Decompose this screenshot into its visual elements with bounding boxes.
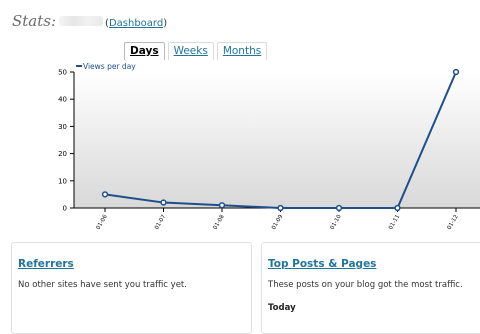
x-tick-label: 01-09 bbox=[271, 214, 284, 231]
x-tick-label: 01-07 bbox=[154, 214, 167, 231]
blog-name-redacted bbox=[59, 16, 104, 26]
top-posts-panel: Top Posts & Pages These posts on your bl… bbox=[261, 242, 480, 334]
y-tick-label: 0 bbox=[63, 205, 67, 213]
x-tick-label: 01-12 bbox=[447, 214, 460, 231]
data-point bbox=[277, 204, 284, 212]
referrers-empty-text: No other sites have sent you traffic yet… bbox=[18, 280, 187, 290]
top-posts-title[interactable]: Top Posts & Pages bbox=[268, 258, 376, 270]
period-tabs: Days Weeks Months bbox=[124, 42, 268, 60]
y-tick-label: 50 bbox=[58, 69, 67, 77]
page-title: Stats: bbox=[12, 12, 57, 30]
views-chart: 0 10 20 30 40 50 01-06 01-07 01-08 01-09 01-10 01-1… bbox=[58, 62, 480, 231]
data-point bbox=[218, 202, 226, 209]
top-posts-today-heading: Today bbox=[268, 303, 296, 313]
dashboard-link[interactable]: Dashboard bbox=[109, 18, 163, 29]
data-point bbox=[452, 68, 460, 76]
data-point bbox=[335, 204, 343, 212]
referrers-panel: Referrers No other sites have sent you t… bbox=[11, 242, 252, 334]
page-header: Stats: (Dashboard) bbox=[12, 12, 167, 32]
y-tick-label: 40 bbox=[58, 96, 67, 104]
referrers-title[interactable]: Referrers bbox=[18, 258, 74, 270]
top-posts-description: These posts on your blog got the most tr… bbox=[268, 280, 463, 290]
y-tick-label: 20 bbox=[58, 150, 67, 158]
plot-area bbox=[74, 72, 480, 208]
data-point bbox=[101, 191, 109, 198]
x-tick-label: 01-06 bbox=[96, 214, 109, 231]
y-tick-label: 10 bbox=[58, 177, 67, 185]
x-tick-label: 01-08 bbox=[213, 214, 226, 231]
x-tick-label: 01-10 bbox=[330, 214, 343, 231]
data-point bbox=[394, 204, 401, 212]
tab-days[interactable]: Days bbox=[124, 42, 165, 60]
data-point bbox=[160, 199, 167, 206]
y-tick-label: 30 bbox=[58, 123, 67, 131]
tab-months[interactable]: Months bbox=[216, 42, 268, 60]
dashboard-link-wrapper: (Dashboard) bbox=[105, 18, 167, 29]
close-paren: ) bbox=[163, 18, 168, 29]
x-tick-label: 01-11 bbox=[388, 214, 401, 231]
tab-weeks[interactable]: Weeks bbox=[167, 42, 214, 60]
legend-label: Views per day bbox=[83, 62, 136, 71]
